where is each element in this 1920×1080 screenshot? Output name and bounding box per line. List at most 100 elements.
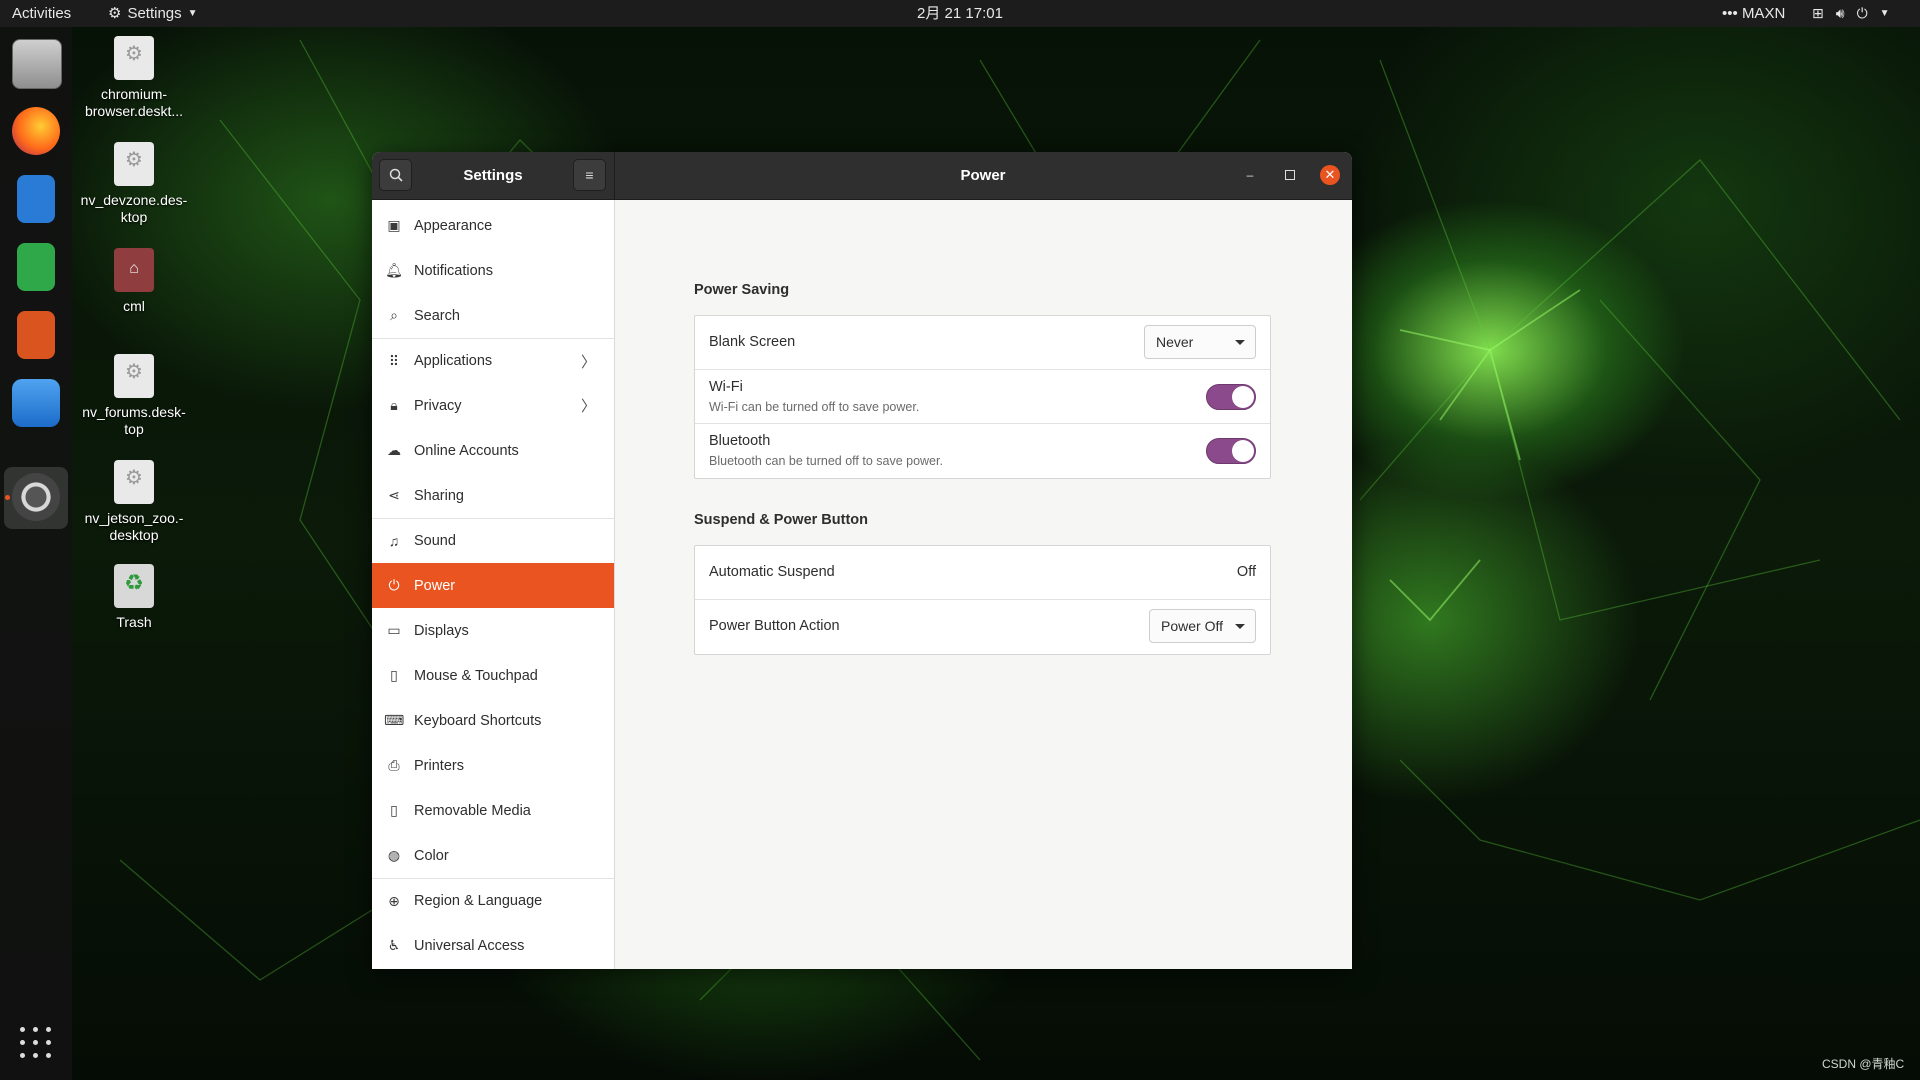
color-icon: ◍: [387, 847, 401, 863]
sidebar-item-online-accounts[interactable]: ☁ Online Accounts: [372, 428, 614, 473]
sidebar-item-label: Displays: [414, 622, 469, 639]
sidebar-item-sharing[interactable]: ⋖ Sharing: [372, 473, 614, 518]
maximize-icon: [1285, 170, 1295, 180]
grid-icon: ⠿: [388, 352, 400, 369]
cloud-icon: ☁: [387, 442, 401, 458]
caret-down-icon: ▼: [1879, 8, 1890, 19]
toggle-knob: [1232, 440, 1254, 462]
power-button-action-dropdown[interactable]: Power Off: [1149, 609, 1256, 643]
blank-screen-dropdown[interactable]: Never: [1144, 325, 1256, 359]
watermark: CSDN @青釉C: [1822, 1057, 1905, 1071]
sidebar-item-label: Removable Media: [414, 802, 531, 819]
sidebar-item-appearance[interactable]: ▣ Appearance: [372, 203, 614, 248]
network-icon: ⊞: [1812, 5, 1824, 21]
power-icon: ⏻: [1856, 5, 1868, 21]
sidebar-item-privacy[interactable]: 🔒︎ Privacy 〉: [372, 383, 614, 428]
sidebar: ▣ Appearance 🔔︎ Notifications ⌕ Search ⠿…: [372, 200, 615, 969]
blank-screen-label: Blank Screen: [709, 334, 796, 350]
show-apps-icon[interactable]: [20, 1027, 52, 1059]
section-title-power-saving: Power Saving: [694, 282, 790, 298]
system-menu[interactable]: ⊞ 🔊︎ ⏻ ▼: [1812, 0, 1890, 27]
clock[interactable]: 2月 21 17:01: [917, 5, 1003, 22]
desktop-icon-label: nv_forums.desk- top: [82, 404, 186, 437]
desktop-icon-trash[interactable]: ♻ Trash: [74, 564, 194, 631]
sidebar-item-label: Color: [414, 847, 449, 864]
appearance-icon: ▣: [387, 217, 401, 233]
activities-button[interactable]: Activities: [12, 0, 71, 27]
app-menu[interactable]: ⚙ Settings ▼: [108, 0, 198, 27]
sidebar-item-sound[interactable]: ♫ Sound: [372, 518, 614, 563]
sidebar-item-universal-access[interactable]: ♿︎ Universal Access: [372, 923, 614, 968]
display-icon: ▭: [387, 622, 401, 638]
bluetooth-toggle[interactable]: [1206, 438, 1256, 464]
settings-gear-icon[interactable]: [12, 473, 60, 521]
volume-icon: 🔊︎: [1835, 5, 1845, 21]
top-bar: Activities ⚙ Settings ▼ 2月 21 17:01 ••• …: [0, 0, 1920, 27]
suspend-list: Automatic Suspend Off Power Button Actio…: [694, 545, 1271, 655]
sidebar-item-region-language[interactable]: ⊕ Region & Language: [372, 878, 614, 923]
toggle-knob: [1232, 386, 1254, 408]
close-button[interactable]: ✕: [1320, 165, 1340, 185]
bell-icon: 🔔︎: [385, 262, 403, 278]
sidebar-item-label: Applications: [414, 353, 493, 369]
power-button-action-label: Power Button Action: [709, 618, 840, 634]
wifi-description: Wi-Fi can be turned off to save power.: [709, 400, 920, 414]
sidebar-item-label: Region & Language: [414, 893, 543, 909]
globe-icon: ⊕: [388, 892, 400, 909]
search-button[interactable]: [379, 159, 412, 191]
firefox-icon[interactable]: [12, 107, 60, 155]
sidebar-item-label: Printers: [414, 757, 464, 774]
software-store-icon[interactable]: [12, 379, 60, 427]
desktop-icon-forums[interactable]: ⚙ nv_forums.desk- top: [74, 354, 194, 438]
sidebar-item-removable-media[interactable]: ▯ Removable Media: [372, 788, 614, 833]
usb-icon: ▯: [390, 802, 398, 818]
power-mode-label: MAXN: [1741, 5, 1786, 22]
maximize-button[interactable]: [1280, 165, 1300, 185]
minimize-icon: –: [1246, 168, 1254, 182]
power-mode-indicator[interactable]: ••• MAXN: [1722, 0, 1785, 27]
impress-icon[interactable]: [17, 311, 55, 359]
blank-screen-row: Blank Screen Never: [695, 316, 1270, 370]
desktop-icon-label: cml: [123, 298, 145, 314]
wifi-row: Wi-Fi Wi-Fi can be turned off to save po…: [695, 370, 1270, 424]
automatic-suspend-label: Automatic Suspend: [709, 564, 835, 580]
sidebar-item-mouse-touchpad[interactable]: ▯ Mouse & Touchpad: [372, 653, 614, 698]
sidebar-item-power[interactable]: ⏻ Power: [372, 563, 614, 608]
sidebar-item-notifications[interactable]: 🔔︎ Notifications: [372, 248, 614, 293]
hamburger-icon: ≡: [585, 167, 594, 183]
automatic-suspend-row[interactable]: Automatic Suspend Off: [695, 546, 1270, 600]
desktop-icon-jetson-zoo[interactable]: ⚙ nv_jetson_zoo.- desktop: [74, 460, 194, 544]
sidebar-item-displays[interactable]: ▭ Displays: [372, 608, 614, 653]
bluetooth-description: Bluetooth can be turned off to save powe…: [709, 454, 943, 468]
power-panel: Power Saving Blank Screen Never Wi-Fi Wi…: [615, 200, 1352, 969]
header-bar: Settings ≡ Power – ✕: [372, 152, 1352, 200]
power-button-action-value: Power Off: [1161, 618, 1223, 634]
desktop-icon-home[interactable]: ⌂ cml: [74, 248, 194, 315]
caret-down-icon: [1235, 624, 1245, 629]
sidebar-item-applications[interactable]: ⠿ Applications 〉: [372, 338, 614, 383]
files-icon[interactable]: [12, 39, 62, 89]
sidebar-item-label: Search: [414, 307, 460, 324]
accessibility-icon: ♿︎: [387, 937, 401, 953]
power-button-action-row: Power Button Action Power Off: [695, 600, 1270, 654]
desktop-icon-devzone[interactable]: ⚙ nv_devzone.des- ktop: [74, 142, 194, 226]
sidebar-item-label: Keyboard Shortcuts: [414, 712, 542, 729]
dock: [0, 27, 72, 1080]
calc-icon[interactable]: [17, 243, 55, 291]
app-menu-label: Settings: [127, 5, 182, 22]
mouse-icon: ▯: [390, 667, 398, 683]
dots-icon: •••: [1722, 5, 1738, 22]
chevron-right-icon: 〉: [580, 353, 596, 371]
sidebar-item-keyboard-shortcuts[interactable]: ⌨ Keyboard Shortcuts: [372, 698, 614, 743]
desktop-icon-chromium[interactable]: ⚙ chromium- browser.deskt...: [74, 36, 194, 120]
sidebar-item-printers[interactable]: ⎙ Printers: [372, 743, 614, 788]
wifi-toggle[interactable]: [1206, 384, 1256, 410]
writer-icon[interactable]: [17, 175, 55, 223]
sidebar-item-search[interactable]: ⌕ Search: [372, 293, 614, 338]
blank-screen-value: Never: [1156, 334, 1194, 350]
menu-button[interactable]: ≡: [573, 159, 606, 191]
sidebar-item-color[interactable]: ◍ Color: [372, 833, 614, 878]
close-icon: ✕: [1324, 167, 1336, 182]
sidebar-item-label: Sound: [414, 533, 456, 549]
minimize-button[interactable]: –: [1240, 165, 1260, 185]
